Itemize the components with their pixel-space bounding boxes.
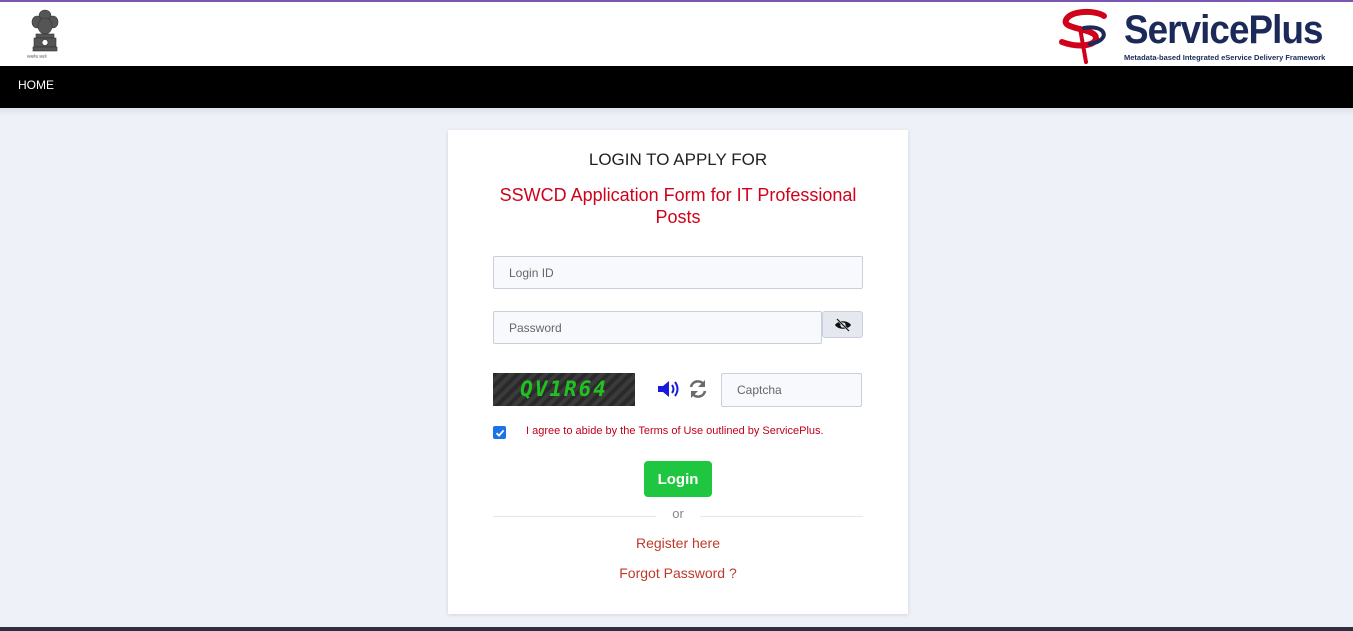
site-header: सत्यमेव जयते ServicePlus Metadata-based … [0, 2, 1353, 66]
register-link[interactable]: Register here [448, 535, 908, 551]
login-id-input[interactable] [493, 256, 863, 289]
speaker-icon[interactable] [656, 378, 682, 400]
main-navbar: HOME [0, 66, 1353, 108]
captcha-code: QV1R64 [520, 377, 608, 401]
brand-tagline: Metadata-based Integrated eService Deliv… [1124, 53, 1326, 62]
captcha-image: QV1R64 [493, 373, 635, 406]
navbar-shadow [0, 108, 1353, 116]
forgot-password-link[interactable]: Forgot Password ? [448, 565, 908, 581]
nav-home-link[interactable]: HOME [18, 78, 54, 92]
agree-checkbox[interactable] [493, 426, 506, 439]
agree-label[interactable]: I agree to abide by the Terms of Use out… [526, 425, 824, 437]
password-input[interactable] [493, 311, 822, 344]
login-button[interactable]: Login [644, 461, 712, 497]
serviceplus-logo[interactable]: ServicePlus Metadata-based Integrated eS… [1056, 6, 1336, 66]
or-label: or [656, 506, 700, 521]
captcha-input[interactable] [721, 373, 862, 407]
refresh-icon[interactable] [688, 378, 708, 400]
emblem-caption: सत्यमेव जयते [27, 54, 47, 59]
login-heading: LOGIN TO APPLY FOR [588, 150, 768, 169]
sp-monogram-icon [1059, 8, 1107, 64]
brand-name: ServicePlus [1124, 8, 1323, 52]
toggle-password-button[interactable] [822, 311, 863, 338]
login-card: LOGIN TO APPLY FOR SSWCD Application For… [448, 130, 908, 614]
check-icon [495, 429, 504, 437]
eye-slash-icon [834, 317, 851, 332]
footer-edge [0, 627, 1353, 631]
service-name: SSWCD Application Form for IT Profession… [499, 185, 857, 227]
